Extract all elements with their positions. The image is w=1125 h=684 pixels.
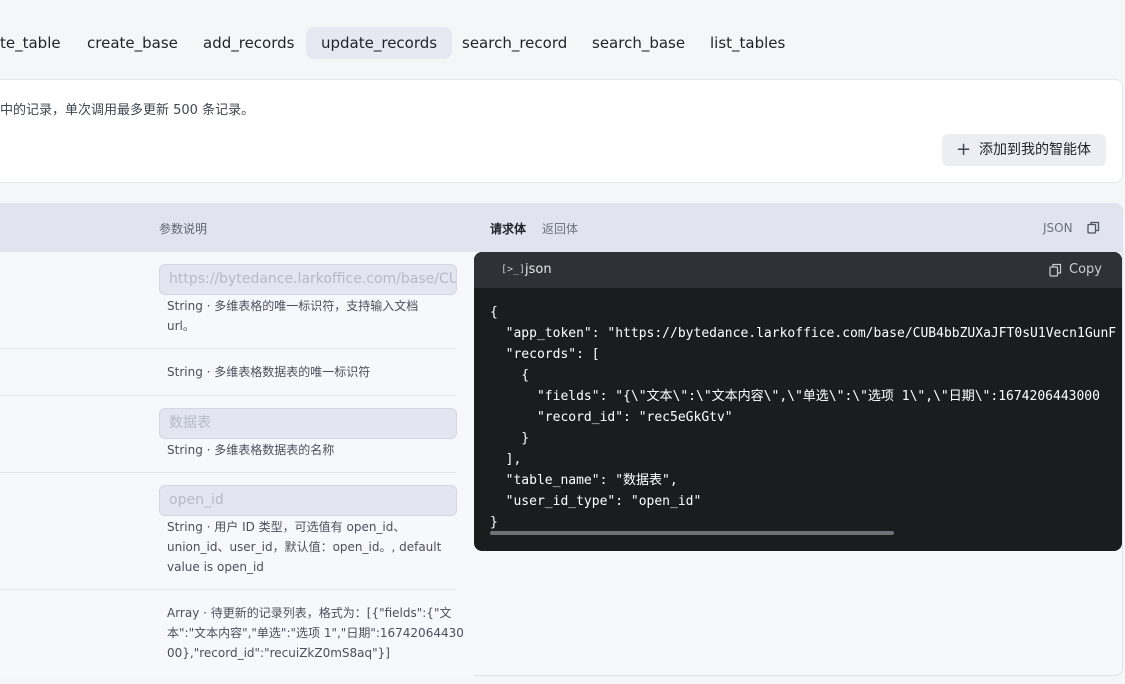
format-label: JSON — [1043, 221, 1073, 235]
code-language-label: json — [525, 262, 552, 277]
row-divider — [0, 472, 456, 473]
request-body-json: { "app_token": "https://bytedance.larkof… — [490, 305, 1117, 530]
tab-search-record[interactable]: search_record — [447, 27, 582, 59]
copy-icon[interactable] — [1049, 263, 1062, 277]
tool-description-card — [0, 79, 1123, 183]
plus-icon: + — [956, 139, 972, 160]
tab-add-records[interactable]: add_records — [188, 27, 309, 59]
row-divider — [0, 348, 456, 349]
param-description-header: 参数说明 — [159, 222, 208, 236]
user-id-type-input[interactable]: open_id — [159, 485, 457, 516]
param-desc-table-id: String · 多维表格数据表的唯一标识符 — [167, 365, 371, 379]
tab-list-tables[interactable]: list_tables — [695, 27, 800, 59]
param-desc-records: Array · 待更新的记录列表，格式为：[{"fields":{"文本":"文… — [167, 606, 464, 660]
code-block-header: [>_] json Copy — [474, 252, 1122, 288]
request-body-code-block: [>_] json Copy { "app_token": "https://b… — [474, 252, 1122, 551]
add-to-agent-button[interactable]: + 添加到我的智能体 — [942, 134, 1106, 166]
terminal-icon: [>_] — [501, 264, 526, 275]
tab-create-base[interactable]: create_base — [72, 27, 193, 59]
tab-response-body[interactable]: 返回体 — [542, 220, 578, 237]
table-name-input[interactable]: 数据表 — [159, 408, 457, 439]
copy-json-icon[interactable] — [1087, 221, 1100, 234]
row-divider — [0, 589, 456, 590]
tool-tabs: te_table create_base add_records update_… — [0, 27, 1125, 59]
row-divider — [0, 395, 456, 396]
tab-update-records[interactable]: update_records — [306, 27, 453, 59]
tab-create-table[interactable]: te_table — [0, 27, 76, 59]
param-desc-table-name: String · 多维表格数据表的名称 — [167, 443, 335, 457]
copy-button[interactable]: Copy — [1069, 262, 1102, 277]
tool-description: 中的记录，单次调用最多更新 500 条记录。 — [0, 103, 255, 118]
tab-search-base[interactable]: search_base — [577, 27, 700, 59]
tab-request-body[interactable]: 请求体 — [490, 220, 526, 237]
param-desc-app-token: String · 多维表格的唯一标识符，支持输入文档 url。 — [167, 299, 419, 333]
app-token-input[interactable]: https://bytedance.larkoffice.com/base/CU… — [159, 264, 457, 295]
param-desc-user-id-type: String · 用户 ID 类型，可选值有 open_id、union_id、… — [167, 520, 442, 574]
horizontal-scrollbar[interactable] — [490, 531, 894, 535]
add-to-agent-label: 添加到我的智能体 — [979, 142, 1091, 158]
